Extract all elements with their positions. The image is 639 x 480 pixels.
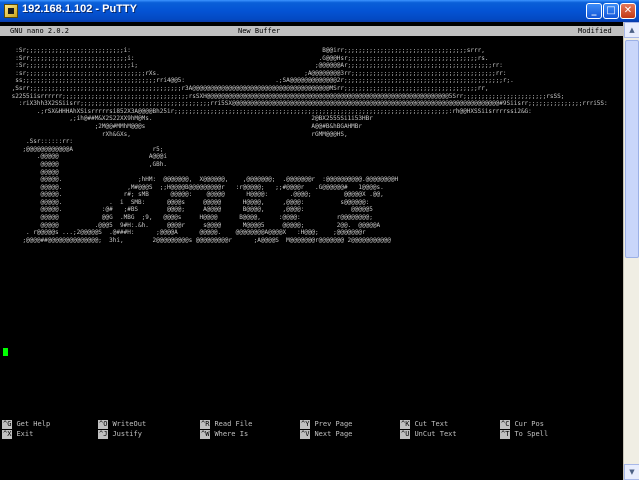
art-line: @@@@@. ;hHM: @@@@@@@, X@@@@@@, ,@@@@@@@;… [8, 176, 399, 184]
scrollbar-thumb[interactable] [625, 40, 639, 258]
shortcut-key: ^W [200, 430, 211, 439]
shortcut-label: WriteOut [112, 420, 147, 428]
window-title: 192.168.1.102 - PuTTY [22, 3, 137, 15]
art-line: :Sr;;;;;;;;;;;;;;;;;;;;;;;;;;;i: B@@irr;… [8, 47, 485, 54]
scroll-down-arrow-icon[interactable]: ▼ [624, 464, 639, 480]
art-line: @@@@@ [8, 168, 59, 176]
shortcut-label: Where Is [214, 430, 249, 438]
shortcut-label: Read File [214, 420, 253, 428]
shortcut-label: Justify [112, 430, 142, 438]
shortcut-label: Exit [16, 430, 34, 438]
nano-header-bar: GNU nano 2.0.2 New Buffer Modified [0, 26, 623, 36]
shortcut-label: UnCut Text [414, 430, 457, 438]
nano-version: GNU nano 2.0.2 [10, 27, 70, 35]
shortcut-label: To Spell [514, 430, 549, 438]
minimize-button[interactable]: _ [586, 3, 602, 19]
ascii-art-text: :Sr;;;;;;;;;;;;;;;;;;;;;;;;;;;i: B@@irr;… [8, 47, 608, 244]
art-line: @@@@@ @@G .MBG ;9, @@@@s H@@@@ B@@@@, :@… [8, 214, 373, 222]
putty-window: 192.168.1.102 - PuTTY _ □ ✕ GNU nano 2.0… [0, 0, 639, 480]
shortcut-key: ^R [200, 420, 211, 429]
buffer-name: New Buffer [238, 27, 281, 35]
shortcut-key: ^U [400, 430, 411, 439]
art-line: :Srr;;;;;;;;;;;;;;;;;;;;;;;;;;;i: .G@@@H… [8, 54, 489, 62]
art-line: ;@@@@##@@@@@@@@@@@@@@; 3hi, 2@@@@@@@@@s … [8, 236, 391, 244]
terminal-area[interactable]: GNU nano 2.0.2 New Buffer Modified :Sr;;… [0, 22, 623, 480]
art-line: rXh&GXs, rGMM@@@HS, [8, 130, 348, 138]
art-line: :sr;;;;;;;;;;;;;;;;;;;;;;;;;;;;;;;;;rXs.… [8, 69, 507, 77]
shortcut-key: ^J [98, 430, 109, 439]
shortcut-key: ^O [98, 420, 109, 429]
shortcut-next-page: ^V Next Page [300, 430, 352, 439]
shortcut-key: ^K [400, 420, 411, 429]
art-line: @@@@@. r#; sMB @@@@@: @@@@@ H@@@@: .@@@@… [8, 191, 384, 199]
shortcut-justify: ^J Justify [98, 430, 142, 439]
shortcut-get-help: ^G Get Help [2, 420, 50, 429]
art-line: s2255iisrrrrrr;;;;;;;;;;;;;;;;;;;;;;;;;;… [8, 92, 565, 100]
shortcut-to-spell: ^T To Spell [500, 430, 548, 439]
shortcut-key: ^X [2, 430, 13, 439]
shortcut-uncut-text: ^U UnCut Text [400, 430, 457, 439]
shortcut-label: Cur Pos [514, 420, 544, 428]
shortcut-cut-text: ^K Cut Text [400, 420, 448, 429]
shortcut-key: ^C [500, 420, 511, 429]
shortcut-label: Prev Page [314, 420, 353, 428]
shortcut-label: Next Page [314, 430, 353, 438]
shortcut-prev-page: ^Y Prev Page [300, 420, 352, 429]
modified-status: Modified [578, 27, 612, 35]
art-line: @@@@@ .@@@5 9#H:.&h. @@@@r s@@@@ M@@@@5 … [8, 221, 381, 229]
shortcut-label: Cut Text [414, 420, 449, 428]
text-cursor [3, 348, 8, 356]
art-line: . r@@@@@s ...;2@@@@@S .@###H: ;@@@@A @@@… [8, 229, 366, 237]
shortcut-exit: ^X Exit [2, 430, 33, 439]
art-line: ;2M@@#MMhM@@@s A@@#B&hBGAHMBr [8, 122, 363, 130]
vertical-scrollbar[interactable]: ▲ ▼ [623, 22, 639, 480]
art-line: .Ssr::::::rr: [8, 138, 74, 146]
shortcut-key: ^Y [300, 420, 311, 429]
shortcut-key: ^V [300, 430, 311, 439]
nano-shortcut-bar: ^G Get Help ^O WriteOut ^R Read File ^Y Prev Pa… [0, 420, 623, 444]
title-bar[interactable]: 192.168.1.102 - PuTTY _ □ ✕ [0, 0, 639, 22]
art-line: @@@@@. ,M#@@@S ;;H@@@@B@@@@@@@@@r :r@@@@… [8, 183, 384, 191]
maximize-button[interactable]: □ [603, 3, 619, 19]
art-line: ss;;;;;;;;;;;;;;;;;;;;;;;;;;;;;;;;;;;;;r… [8, 77, 514, 85]
art-line: .;rSX&HHHAhXSisrrrrrsi852X3A@@@@Bh25ir;;… [8, 107, 532, 115]
shortcut-read-file: ^R Read File [200, 420, 252, 429]
art-line: @@@@@ ,GBh. [8, 160, 167, 168]
art-line: ;@@@@@@@@@@@@A r5; [8, 145, 164, 153]
shortcut-cur-pos: ^C Cur Pos [500, 420, 544, 429]
shortcut-key: ^T [500, 430, 511, 439]
shortcut-writeout: ^O WriteOut [98, 420, 146, 429]
close-button[interactable]: ✕ [620, 3, 636, 19]
art-line: ,;ih@##M&X2S22XX9hM@Ms. 2@BX2555Si1i53HB… [8, 115, 373, 123]
art-line: :Sr;;;;;;;;;;;;;;;;;;;;;;;;;;;;;i; ;@@@@… [8, 62, 503, 70]
shortcut-where-is: ^W Where Is [200, 430, 248, 439]
art-line: ,Ssrr;;;;;;;;;;;;;;;;;;;;;;;;;;;;;;;;;;;… [8, 84, 489, 92]
art-line: @@@@@. :@# ;#BS @@@@; A@@@@ B@@@@, ,@@@@… [8, 206, 373, 214]
putty-icon[interactable] [4, 4, 18, 18]
art-line: @@@@@. . i SMB: @@@@s @@@@@ H@@@@, ,@@@@… [8, 198, 370, 206]
art-line: :riX3hh3X2SSiisrr;;;;;;;;;;;;;;;;;;;;;;;… [8, 100, 608, 108]
scroll-up-arrow-icon[interactable]: ▲ [624, 22, 639, 38]
art-line: .@@@@@ A@@@i [8, 153, 167, 161]
shortcut-key: ^G [2, 420, 13, 429]
shortcut-label: Get Help [16, 420, 51, 428]
